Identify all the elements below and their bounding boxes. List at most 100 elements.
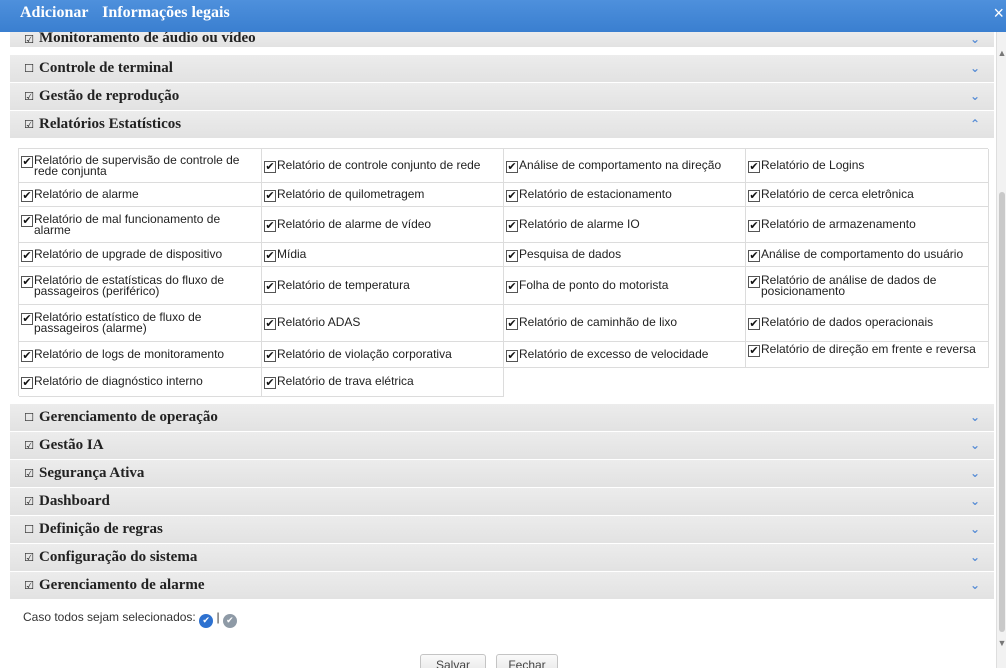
chevron-down-icon[interactable]: ⌄ bbox=[970, 438, 980, 452]
checkbox-checked-icon[interactable]: ✔ bbox=[506, 161, 518, 173]
report-item[interactable]: ✔ Relatório de diagnóstico interno bbox=[19, 368, 262, 397]
checkbox-unchecked-icon[interactable]: ☐ bbox=[23, 412, 35, 424]
section-bottom-3[interactable]: ☑ Dashboard ⌄ bbox=[10, 488, 994, 516]
report-item[interactable]: ✔ Relatório de dados operacionais bbox=[746, 305, 989, 342]
report-item[interactable]: ✔ Análise de comportamento na direção bbox=[504, 149, 746, 183]
checkbox-checked-icon[interactable]: ✔ bbox=[748, 161, 760, 173]
scrollbar[interactable]: ▲ ▼ bbox=[996, 32, 1006, 668]
checkbox-checked-icon[interactable]: ☑ bbox=[23, 468, 35, 480]
checkbox-checked-icon[interactable]: ☑ bbox=[23, 119, 35, 131]
checkbox-unchecked-icon[interactable]: ☐ bbox=[23, 524, 35, 536]
section-top-0[interactable]: ☑ Monitoramento de áudio ou vídeo ⌄ bbox=[10, 32, 994, 48]
section-top-1[interactable]: ☐ Controle de terminal ⌄ bbox=[10, 55, 994, 83]
scrollbar-thumb[interactable] bbox=[999, 192, 1005, 632]
chevron-down-icon[interactable]: ⌄ bbox=[970, 466, 980, 480]
section-bottom-2[interactable]: ☑ Segurança Ativa ⌄ bbox=[10, 460, 994, 488]
checkbox-checked-icon[interactable]: ✔ bbox=[21, 190, 33, 202]
report-item[interactable]: ✔ Relatório de controle conjunto de rede bbox=[262, 149, 504, 183]
section-top-3[interactable]: ☑ Relatórios Estatísticos ⌃ bbox=[10, 111, 994, 139]
report-item[interactable]: ✔ Relatório de armazenamento bbox=[746, 207, 989, 243]
report-item[interactable]: ✔ Relatório de estatísticas do fluxo de p… bbox=[19, 267, 262, 305]
checkbox-checked-icon[interactable]: ✔ bbox=[264, 350, 276, 362]
report-item[interactable]: ✔ Relatório de excesso de velocidade bbox=[504, 342, 746, 368]
checkbox-checked-icon[interactable]: ☑ bbox=[23, 440, 35, 452]
report-item[interactable]: ✔ Relatório de alarme bbox=[19, 183, 262, 207]
checkbox-checked-icon[interactable]: ✔ bbox=[21, 250, 33, 262]
checkbox-checked-icon[interactable]: ☑ bbox=[23, 34, 35, 46]
checkbox-checked-icon[interactable]: ☑ bbox=[23, 580, 35, 592]
report-item[interactable]: ✔ Relatório de cerca eletrônica bbox=[746, 183, 989, 207]
report-item[interactable]: ✔ Mídia bbox=[262, 243, 504, 267]
checkbox-checked-icon[interactable]: ✔ bbox=[264, 190, 276, 202]
report-item[interactable]: ✔ Relatório estatístico de fluxo de passa… bbox=[19, 305, 262, 342]
checkbox-checked-icon[interactable]: ✔ bbox=[21, 377, 33, 389]
checkbox-checked-icon[interactable]: ✔ bbox=[21, 313, 33, 325]
checkbox-checked-icon[interactable]: ✔ bbox=[21, 215, 33, 227]
section-bottom-5[interactable]: ☑ Configuração do sistema ⌄ bbox=[10, 544, 994, 572]
checkbox-checked-icon[interactable]: ✔ bbox=[748, 276, 760, 288]
report-item[interactable]: ✔ Relatório de análise de dados de posici… bbox=[746, 267, 989, 305]
section-bottom-6[interactable]: ☑ Gerenciamento de alarme ⌄ bbox=[10, 572, 994, 600]
chevron-down-icon[interactable]: ⌄ bbox=[970, 578, 980, 592]
checkbox-checked-icon[interactable]: ✔ bbox=[264, 161, 276, 173]
report-item[interactable]: ✔ Análise de comportamento do usuário bbox=[746, 243, 989, 267]
chevron-down-icon[interactable]: ⌄ bbox=[970, 61, 980, 75]
section-bottom-0[interactable]: ☐ Gerenciamento de operação ⌄ bbox=[10, 404, 994, 432]
deselect-all-icon[interactable]: ✔ bbox=[222, 614, 237, 628]
report-item[interactable]: ✔ Folha de ponto do motorista bbox=[504, 267, 746, 305]
close-button[interactable]: Fechar bbox=[496, 654, 558, 668]
report-item[interactable]: ✔ Relatório de temperatura bbox=[262, 267, 504, 305]
chevron-down-icon[interactable]: ⌄ bbox=[970, 32, 980, 46]
report-item[interactable]: ✔ Relatório de trava elétrica bbox=[262, 368, 504, 397]
report-item[interactable]: ✔ Relatório de direção em frente e revers… bbox=[746, 342, 989, 368]
section-bottom-4[interactable]: ☐ Definição de regras ⌄ bbox=[10, 516, 994, 544]
checkbox-unchecked-icon[interactable]: ☐ bbox=[23, 63, 35, 75]
report-item[interactable]: ✔ Pesquisa de dados bbox=[504, 243, 746, 267]
section-bottom-1[interactable]: ☑ Gestão IA ⌄ bbox=[10, 432, 994, 460]
checkbox-checked-icon[interactable]: ✔ bbox=[748, 318, 760, 330]
report-item[interactable]: ✔ Relatório de caminhão de lixo bbox=[504, 305, 746, 342]
report-item[interactable]: ✔ Relatório de supervisão de controle de … bbox=[19, 149, 262, 183]
checkbox-checked-icon[interactable]: ☑ bbox=[23, 91, 35, 103]
checkbox-checked-icon[interactable]: ✔ bbox=[506, 250, 518, 262]
checkbox-checked-icon[interactable]: ☑ bbox=[23, 496, 35, 508]
checkbox-checked-icon[interactable]: ✔ bbox=[506, 190, 518, 202]
checkbox-checked-icon[interactable]: ✔ bbox=[21, 350, 33, 362]
chevron-up-icon[interactable]: ⌃ bbox=[970, 117, 980, 131]
report-item[interactable]: ✔ Relatório ADAS bbox=[262, 305, 504, 342]
checkbox-checked-icon[interactable]: ✔ bbox=[506, 220, 518, 232]
report-item[interactable]: ✔ Relatório de quilometragem bbox=[262, 183, 504, 207]
report-item[interactable]: ✔ Relatório de alarme IO bbox=[504, 207, 746, 243]
checkbox-checked-icon[interactable]: ✔ bbox=[748, 220, 760, 232]
report-item[interactable]: ✔ Relatório de Logins bbox=[746, 149, 989, 183]
chevron-down-icon[interactable]: ⌄ bbox=[970, 522, 980, 536]
report-item[interactable]: ✔ Relatório de upgrade de dispositivo bbox=[19, 243, 262, 267]
report-item[interactable]: ✔ Relatório de mal funcionamento de alarm… bbox=[19, 207, 262, 243]
checkbox-checked-icon[interactable]: ✔ bbox=[748, 345, 760, 357]
checkbox-checked-icon[interactable]: ✔ bbox=[748, 190, 760, 202]
select-all-icon[interactable]: ✔ bbox=[199, 614, 214, 628]
close-icon[interactable]: × bbox=[993, 4, 1004, 22]
checkbox-checked-icon[interactable]: ✔ bbox=[506, 281, 518, 293]
checkbox-checked-icon[interactable]: ✔ bbox=[748, 250, 760, 262]
checkbox-checked-icon[interactable]: ☑ bbox=[23, 552, 35, 564]
save-button[interactable]: Salvar bbox=[420, 654, 486, 668]
checkbox-checked-icon[interactable]: ✔ bbox=[264, 250, 276, 262]
checkbox-checked-icon[interactable]: ✔ bbox=[506, 350, 518, 362]
checkbox-checked-icon[interactable]: ✔ bbox=[21, 156, 33, 168]
scroll-up-icon[interactable]: ▲ bbox=[997, 48, 1006, 58]
report-item[interactable]: ✔ Relatório de violação corporativa bbox=[262, 342, 504, 368]
checkbox-checked-icon[interactable]: ✔ bbox=[264, 281, 276, 293]
checkbox-checked-icon[interactable]: ✔ bbox=[264, 220, 276, 232]
chevron-down-icon[interactable]: ⌄ bbox=[970, 494, 980, 508]
checkbox-checked-icon[interactable]: ✔ bbox=[506, 318, 518, 330]
section-top-2[interactable]: ☑ Gestão de reprodução ⌄ bbox=[10, 83, 994, 111]
checkbox-checked-icon[interactable]: ✔ bbox=[21, 276, 33, 288]
chevron-down-icon[interactable]: ⌄ bbox=[970, 550, 980, 564]
chevron-down-icon[interactable]: ⌄ bbox=[970, 89, 980, 103]
scroll-down-icon[interactable]: ▼ bbox=[997, 638, 1006, 648]
checkbox-checked-icon[interactable]: ✔ bbox=[264, 377, 276, 389]
report-item[interactable]: ✔ Relatório de alarme de vídeo bbox=[262, 207, 504, 243]
checkbox-checked-icon[interactable]: ✔ bbox=[264, 318, 276, 330]
report-item[interactable]: ✔ Relatório de estacionamento bbox=[504, 183, 746, 207]
